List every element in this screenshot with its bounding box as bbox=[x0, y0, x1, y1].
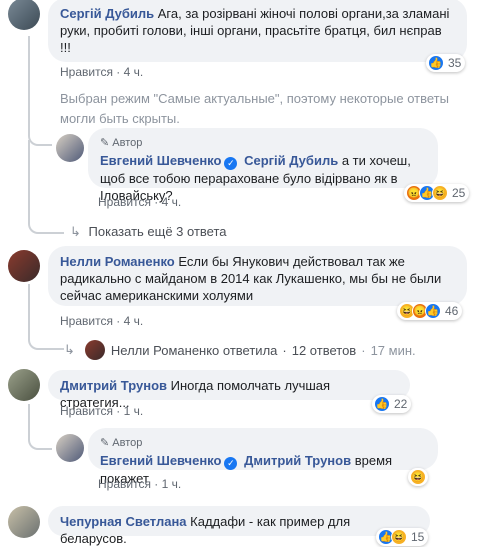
comment-author[interactable]: Сергій Дубиль bbox=[60, 6, 154, 21]
avatar[interactable] bbox=[8, 250, 40, 282]
comment-time[interactable]: 1 ч. bbox=[162, 477, 182, 491]
verified-icon: ✓ bbox=[224, 457, 238, 470]
thread-line bbox=[28, 36, 52, 146]
comment-bubble: Сергій Дубиль Ага, за розірвані жіночі п… bbox=[48, 0, 467, 62]
like-button[interactable]: Нравится bbox=[60, 65, 113, 79]
avatar[interactable] bbox=[8, 369, 40, 401]
avatar bbox=[84, 340, 105, 360]
reaction-summary[interactable]: 👍 35 bbox=[426, 54, 466, 72]
comment-actions: Нравится · 4 ч. bbox=[98, 195, 182, 209]
reaction-summary[interactable]: 👍 😆 15 bbox=[376, 528, 429, 546]
like-button[interactable]: Нравится bbox=[60, 314, 113, 328]
comment-author[interactable]: Чепурная Светлана bbox=[60, 514, 187, 529]
sort-notice: Выбран режим "Самые актуальные", поэтому… bbox=[60, 91, 449, 126]
reply-bubble: ✎ Автор Евгений Шевченко ✓ Сергій Дубиль … bbox=[88, 128, 438, 203]
show-more-replies[interactable]: ↳ Показать ещё 3 ответа bbox=[70, 224, 227, 240]
comment-actions: Нравится · 4 ч. bbox=[60, 314, 144, 328]
reaction-summary[interactable]: 👍 22 bbox=[372, 395, 412, 413]
like-icon: 👍 bbox=[428, 55, 444, 71]
avatar[interactable] bbox=[8, 506, 40, 538]
comment-bubble: Нелли Романенко Если бы Янукович действо… bbox=[48, 246, 467, 306]
replies-summary[interactable]: ↳ Нелли Романенко ответила · 12 ответов … bbox=[64, 340, 416, 360]
reply-arrow-icon: ↳ bbox=[64, 342, 75, 357]
reply-arrow-icon: ↳ bbox=[70, 224, 81, 239]
reaction-summary[interactable]: 😆 😠 👍 46 bbox=[397, 302, 463, 320]
mention-link[interactable]: Сергій Дубиль bbox=[244, 153, 338, 168]
reaction-summary[interactable]: 😆 bbox=[408, 468, 428, 486]
reaction-count: 15 bbox=[411, 530, 425, 544]
haha-icon: 😆 bbox=[410, 469, 426, 485]
comment-bubble: Дмитрий Трунов Иногда помолчать лучшая с… bbox=[48, 370, 410, 410]
reaction-count: 22 bbox=[394, 397, 408, 411]
comment-actions: Нравится · 4 ч. bbox=[60, 65, 144, 79]
comment-author[interactable]: Нелли Романенко bbox=[60, 254, 175, 269]
comment-author[interactable]: Дмитрий Трунов bbox=[60, 378, 167, 393]
reply-bubble: ✎ Автор Евгений Шевченко ✓ Дмитрий Трунов… bbox=[88, 428, 438, 486]
comment-time[interactable]: 4 ч. bbox=[124, 65, 144, 79]
like-button[interactable]: Нравится bbox=[98, 195, 151, 209]
reaction-count: 35 bbox=[448, 56, 462, 70]
comment-time[interactable]: 4 ч. bbox=[162, 195, 182, 209]
thread-line bbox=[28, 404, 52, 450]
reply-age: 17 мин. bbox=[370, 342, 416, 358]
avatar[interactable] bbox=[8, 0, 40, 30]
reaction-count: 46 bbox=[445, 304, 459, 318]
like-button[interactable]: Нравится bbox=[98, 477, 151, 491]
author-badge: ✎ Автор bbox=[100, 137, 143, 149]
like-icon: 👍 bbox=[374, 396, 390, 412]
comment-time[interactable]: 4 ч. bbox=[124, 314, 144, 328]
haha-icon: 😆 bbox=[391, 529, 407, 545]
comment-time[interactable]: 1 ч. bbox=[124, 404, 144, 418]
comment-actions: Нравится · 1 ч. bbox=[60, 404, 144, 418]
author-badge: ✎ Автор bbox=[100, 437, 143, 449]
haha-icon: 😆 bbox=[432, 185, 448, 201]
avatar[interactable] bbox=[56, 434, 84, 462]
thread-line bbox=[28, 140, 64, 234]
comment-bubble: Чепурная Светлана Каддафи - как пример д… bbox=[48, 506, 430, 546]
thread-line bbox=[28, 284, 64, 350]
comment-author[interactable]: Евгений Шевченко bbox=[100, 453, 221, 468]
verified-icon: ✓ bbox=[224, 157, 238, 170]
reaction-summary[interactable]: 😠 👍 😆 25 bbox=[404, 184, 470, 202]
mention-link[interactable]: Дмитрий Трунов bbox=[244, 453, 351, 468]
like-button[interactable]: Нравится bbox=[60, 404, 113, 418]
comment-author[interactable]: Евгений Шевченко bbox=[100, 153, 221, 168]
comment-actions: Нравится · 1 ч. bbox=[98, 477, 182, 491]
like-icon: 👍 bbox=[425, 303, 441, 319]
reaction-count: 25 bbox=[452, 186, 466, 200]
